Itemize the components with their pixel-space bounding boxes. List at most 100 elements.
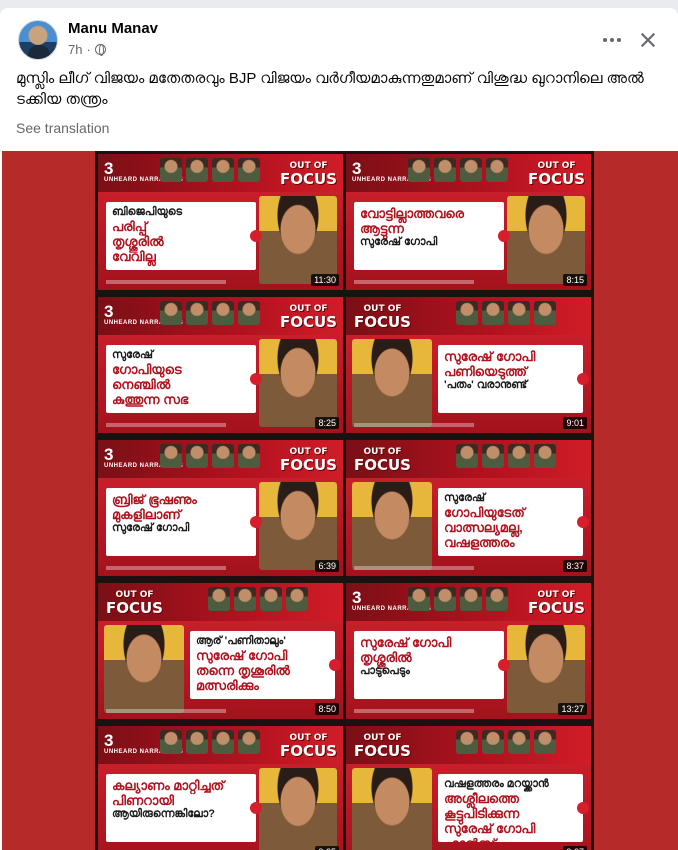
panelist-avatar (482, 444, 504, 468)
headline-line: സുരേഷ് ഗോപി (360, 635, 452, 650)
portrait-image (259, 339, 337, 427)
panelist-avatar (456, 730, 478, 754)
headline-line: ആയിരുന്നെങ്കിലോ? (112, 808, 215, 820)
video-thumbnail[interactable]: OUT OF FOCUS വഷളത്തരം മറയ്ക്കാൻ അശ്ലീലത്തെ ക… (346, 726, 591, 850)
video-thumbnail[interactable]: 3 UNHEARD NARRATIVES OUT OF FOCUS സുരേഷ് ഗോപി… (98, 297, 343, 433)
show-logo-bottom: FOCUS (280, 456, 337, 474)
panelist-avatar (286, 587, 308, 611)
close-icon[interactable] (634, 26, 662, 54)
headline-line: പരിപ്പ് (112, 219, 148, 234)
channel-mark: 3 (352, 588, 362, 607)
panelist-avatar (186, 158, 208, 182)
show-logo: OUT OF FOCUS (280, 732, 337, 759)
post-time[interactable]: 7h (68, 42, 82, 57)
headline-panel: കല്യാണം മാറ്റിച്ചത് പിണറായി ആയിരുന്നെങ്കില… (106, 774, 262, 842)
video-thumbnail[interactable]: OUT OF FOCUS ആര് 'പണിതാലും' സുരേഷ് ഗോപി തന്ന… (98, 583, 343, 719)
show-logo: OUT OF FOCUS (280, 446, 337, 474)
panelist-avatar (534, 444, 556, 468)
video-thumbnail[interactable]: 3 UNHEARD NARRATIVES OUT OF FOCUS ബ്രിജ് ഭൂഷ… (98, 440, 343, 576)
panelist-faces (160, 158, 260, 182)
headline-panel: ബിജെപിയുടെ പരിപ്പ് തൃശ്ശൂരിൽ വേവില്ല (106, 202, 262, 270)
portrait-image (259, 482, 337, 570)
panelist-faces (456, 301, 556, 325)
channel-strip (106, 709, 226, 713)
panelist-avatar (486, 158, 508, 182)
headline-panel: ആര് 'പണിതാലും' സുരേഷ് ഗോപി തന്നെ തൃശൂരിൽ മത… (190, 631, 341, 699)
channel-mark: 3 (104, 731, 114, 750)
headline-line: നെഞ്ചിൽ (112, 377, 171, 392)
thumbnail-body: സുരേഷ് ഗോപി പണിയെടുത്ത് 'പതം' വരാനുണ്ട് (346, 335, 591, 433)
red-dot (498, 230, 510, 242)
show-logo: OUT OF FOCUS (106, 589, 163, 617)
video-duration: 9:25 (315, 846, 339, 850)
headline-line: പാടുപെടും (360, 665, 410, 677)
panelist-avatar (460, 158, 482, 182)
video-duration: 6:39 (315, 560, 339, 572)
video-duration: 8:25 (315, 417, 339, 429)
panelist-avatar (212, 158, 234, 182)
portrait-image (507, 625, 585, 713)
more-options-button[interactable] (598, 28, 626, 52)
headline-line: സുരേഷ് ഗോപി ഫാൻസ് (444, 821, 536, 850)
panelist-avatar (534, 730, 556, 754)
panelist-avatar (534, 301, 556, 325)
show-logo-bottom: FOCUS (528, 599, 585, 617)
panelist-faces (160, 730, 260, 754)
author-name[interactable]: Manu Manav (68, 20, 158, 37)
headline-line: ഗോപിയുടേത് (444, 505, 525, 520)
show-logo: OUT OF FOCUS (528, 160, 585, 187)
thumbnail-topbar: OUT OF FOCUS (98, 583, 343, 621)
globe-icon (94, 44, 106, 56)
headline-line: ഗോപിയുടെ (112, 362, 182, 377)
channel-mark: 3 (104, 445, 114, 464)
see-translation-link[interactable]: See translation (16, 120, 109, 136)
channel-strip (106, 566, 226, 570)
panelist-avatar (460, 587, 482, 611)
avatar[interactable] (18, 20, 58, 60)
video-thumbnail[interactable]: 3 UNHEARD NARRATIVES OUT OF FOCUS കല്യാണം മാ… (98, 726, 343, 850)
thumbnail-topbar: 3 UNHEARD NARRATIVES OUT OF FOCUS (98, 726, 343, 764)
thumbnail-body: വഷളത്തരം മറയ്ക്കാൻ അശ്ലീലത്തെ കൂട്ടുപിടിക്… (346, 764, 591, 850)
panelist-avatar (238, 158, 260, 182)
headline-line: സുരേഷ് ഗോപി (112, 522, 190, 534)
panelist-avatar (482, 301, 504, 325)
video-thumbnail[interactable]: OUT OF FOCUS സുരേഷ് ഗോപി പണിയെടുത്ത് 'പതം' വ… (346, 297, 591, 433)
panelist-avatar (160, 730, 182, 754)
headline-line: തൃശ്ശൂരിൽ (360, 650, 412, 665)
red-dot (577, 802, 589, 814)
portrait-image (352, 339, 432, 427)
channel-mark: 3 (104, 159, 114, 178)
thumbnail-grid: 3 UNHEARD NARRATIVES OUT OF FOCUS ബിജെപിയുടെ… (95, 151, 594, 850)
headline-line: ബിജെപിയുടെ (112, 206, 183, 218)
panelist-avatar (434, 158, 456, 182)
video-thumbnail[interactable]: 3 UNHEARD NARRATIVES OUT OF FOCUS ബിജെപിയുടെ… (98, 154, 343, 290)
red-dot (498, 659, 510, 671)
headline-line: അശ്ലീലത്തെ (444, 791, 519, 806)
show-logo-bottom: FOCUS (106, 599, 163, 617)
post-meta: 7h · (68, 42, 106, 57)
headline-panel: സുരേഷ് ഗോപിയുടേത് വാത്സല്യമല്ല, വഷളത്തരം (438, 488, 589, 556)
video-thumbnail[interactable]: OUT OF FOCUS സുരേഷ് ഗോപിയുടേത് വാത്സല്യമല്ല,… (346, 440, 591, 576)
thumbnail-topbar: OUT OF FOCUS (346, 726, 591, 764)
video-thumbnail[interactable]: 3 UNHEARD NARRATIVES OUT OF FOCUS വോട്ടില്ലാ… (346, 154, 591, 290)
video-duration: 8:50 (315, 703, 339, 715)
post-photo[interactable]: 3 UNHEARD NARRATIVES OUT OF FOCUS ബിജെപിയുടെ… (2, 151, 678, 850)
panelist-avatar (160, 301, 182, 325)
dot-icon (610, 38, 614, 42)
thumbnail-topbar: 3 UNHEARD NARRATIVES OUT OF FOCUS (346, 583, 591, 621)
headline-line: 'പതം' വരാനുണ്ട് (444, 379, 528, 391)
red-dot (329, 659, 341, 671)
panelist-avatar (508, 730, 530, 754)
panelist-avatar (160, 158, 182, 182)
dot-icon (617, 38, 621, 42)
channel-mark: 3 (352, 159, 362, 178)
panelist-avatar (208, 587, 230, 611)
show-logo-bottom: FOCUS (280, 170, 337, 188)
panelist-avatar (408, 587, 430, 611)
panelist-avatar (186, 444, 208, 468)
headline-line: പണിയെടുത്ത് (444, 364, 527, 379)
headline-panel: സുരേഷ് ഗോപി പണിയെടുത്ത് 'പതം' വരാനുണ്ട് (438, 345, 589, 413)
panelist-faces (456, 444, 556, 468)
headline-line: ആര് 'പണിതാലും' (196, 635, 286, 647)
video-thumbnail[interactable]: 3 UNHEARD NARRATIVES OUT OF FOCUS സുരേഷ് ഗോപ… (346, 583, 591, 719)
